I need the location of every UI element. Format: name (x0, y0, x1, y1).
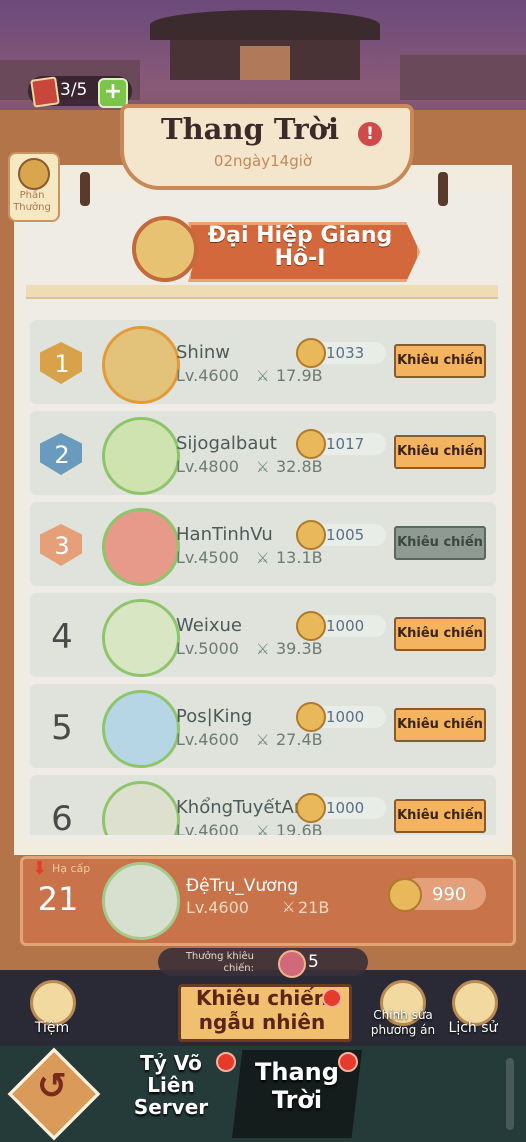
notification-dot (322, 988, 342, 1008)
rank-number: 5 (51, 708, 73, 748)
score-medal-icon (296, 611, 326, 641)
add-ticket-button[interactable]: + (98, 78, 128, 108)
player-avatar[interactable] (102, 690, 180, 768)
ranking-row: 6 KhổngTuyếtAn Lv.4600 ⚔ 19.6B 1000 Khiê… (30, 775, 496, 835)
notification-dot (338, 1052, 358, 1072)
nav-scrollbar[interactable] (506, 1058, 514, 1130)
random-challenge-label: Khiêu chiến ngẫu nhiên (195, 986, 329, 1034)
score-medal-icon (296, 793, 326, 823)
rank-number: 1 (54, 350, 70, 378)
player-name: KhổngTuyếtAn (176, 797, 306, 818)
reward-label: Phần Thưởng (13, 190, 51, 213)
tier-name: Đại Hiệp Giang Hồ-I (207, 223, 393, 271)
score-medal-icon (296, 702, 326, 732)
my-avatar[interactable] (102, 862, 180, 940)
player-score: 1000 (326, 799, 365, 817)
edit-plan-button[interactable]: Chỉnh sửa phương án (366, 1008, 440, 1038)
ticket-icon (30, 76, 60, 108)
score-medal-icon (296, 429, 326, 459)
player-level: Lv.4500 (176, 548, 239, 567)
challenge-button[interactable]: Khiêu chiến (394, 799, 486, 833)
player-power: 17.9B (276, 366, 323, 385)
sword-icon: ⚔ (256, 367, 270, 385)
shop-button[interactable]: Tiệm (20, 1020, 84, 1036)
my-rank: 21 (37, 880, 79, 918)
scroll-pin-left (80, 172, 90, 206)
sword-icon: ⚔ (282, 898, 296, 916)
tab-cross-server[interactable]: Tỷ Võ Liên Server (118, 1052, 224, 1118)
sword-icon: ⚔ (256, 640, 270, 658)
ranking-row: 4 Weixue Lv.5000 ⚔ 39.3B 1000 Khiêu chiế… (30, 593, 496, 677)
player-name: Weixue (176, 615, 242, 636)
page-title: Thang Trời (160, 112, 340, 146)
my-level: Lv.4600 (186, 898, 249, 917)
player-score: 1000 (326, 617, 365, 635)
ticket-count: 3/5 (60, 80, 88, 100)
player-level: Lv.5000 (176, 639, 239, 658)
player-avatar[interactable] (102, 781, 180, 835)
score-medal-icon (296, 520, 326, 550)
player-level: Lv.4600 (176, 730, 239, 749)
sword-icon: ⚔ (256, 458, 270, 476)
player-avatar[interactable] (102, 599, 180, 677)
player-power: 32.8B (276, 457, 323, 476)
challenge-button[interactable]: Khiêu chiến (394, 344, 486, 378)
player-power: 27.4B (276, 730, 323, 749)
player-score: 1005 (326, 526, 365, 544)
player-name: Shinw (176, 342, 230, 363)
history-button[interactable]: Lịch sử (440, 1020, 506, 1036)
player-score: 1033 (326, 344, 365, 362)
sword-icon: ⚔ (256, 731, 270, 749)
challenge-reward-label: Thưởng khiêu chiến: (185, 951, 254, 974)
player-score: 1017 (326, 435, 365, 453)
money-bag-icon (18, 158, 50, 190)
player-power: 19.6B (276, 821, 323, 835)
player-power: 39.3B (276, 639, 323, 658)
score-medal-icon (388, 878, 422, 912)
player-name: Sijogalbaut (176, 433, 277, 454)
player-name: Pos|King (176, 706, 253, 727)
rank-number: 6 (51, 799, 73, 835)
sword-icon: ⚔ (256, 549, 270, 567)
challenge-button[interactable]: Khiêu chiến (394, 617, 486, 651)
tier-divider (26, 285, 498, 299)
my-power: 21B (298, 898, 330, 917)
player-score: 1000 (326, 708, 365, 726)
rank-number: 3 (54, 532, 70, 560)
ranking-row: 1 Shinw Lv.4600 ⚔ 17.9B 1033 Khiêu chiến (30, 320, 496, 404)
reward-token-icon (278, 950, 306, 978)
player-level: Lv.4800 (176, 457, 239, 476)
player-power: 13.1B (276, 548, 323, 567)
info-icon[interactable]: ! (358, 122, 382, 146)
demote-arrow-icon: ⬇ (32, 858, 48, 879)
challenge-button[interactable]: Khiêu chiến (394, 708, 486, 742)
challenge-button[interactable]: Khiêu chiến (394, 435, 486, 469)
my-status: Hạ cấp (52, 862, 91, 875)
back-arrow-icon: ↺ (36, 1066, 68, 1107)
season-timer: 02ngày14giờ (213, 152, 313, 170)
player-level: Lv.4600 (176, 821, 239, 835)
scroll-pin-right (438, 172, 448, 206)
player-avatar[interactable] (102, 326, 180, 404)
ranking-row: 2 Sijogalbaut Lv.4800 ⚔ 32.8B 1017 Khiêu… (30, 411, 496, 495)
ranking-list[interactable]: 1 Shinw Lv.4600 ⚔ 17.9B 1033 Khiêu chiến… (30, 320, 496, 835)
challenge-reward-value: 5 (308, 952, 319, 972)
my-name: ĐệTrụ_Vương (186, 876, 299, 896)
tier-emblem-icon (132, 216, 198, 282)
sword-icon: ⚔ (256, 822, 270, 835)
player-avatar[interactable] (102, 417, 180, 495)
rank-number: 2 (54, 441, 70, 469)
player-name: HanTinhVu (176, 524, 273, 545)
score-medal-icon (296, 338, 326, 368)
ranking-row: 5 Pos|King Lv.4600 ⚔ 27.4B 1000 Khiêu ch… (30, 684, 496, 768)
player-level: Lv.4600 (176, 366, 239, 385)
player-avatar[interactable] (102, 508, 180, 586)
challenge-button[interactable]: Khiêu chiến (394, 526, 486, 560)
ranking-row: 3 HanTinhVu Lv.4500 ⚔ 13.1B 1005 Khiêu c… (30, 502, 496, 586)
rank-number: 4 (51, 617, 73, 657)
my-score: 990 (432, 884, 467, 905)
